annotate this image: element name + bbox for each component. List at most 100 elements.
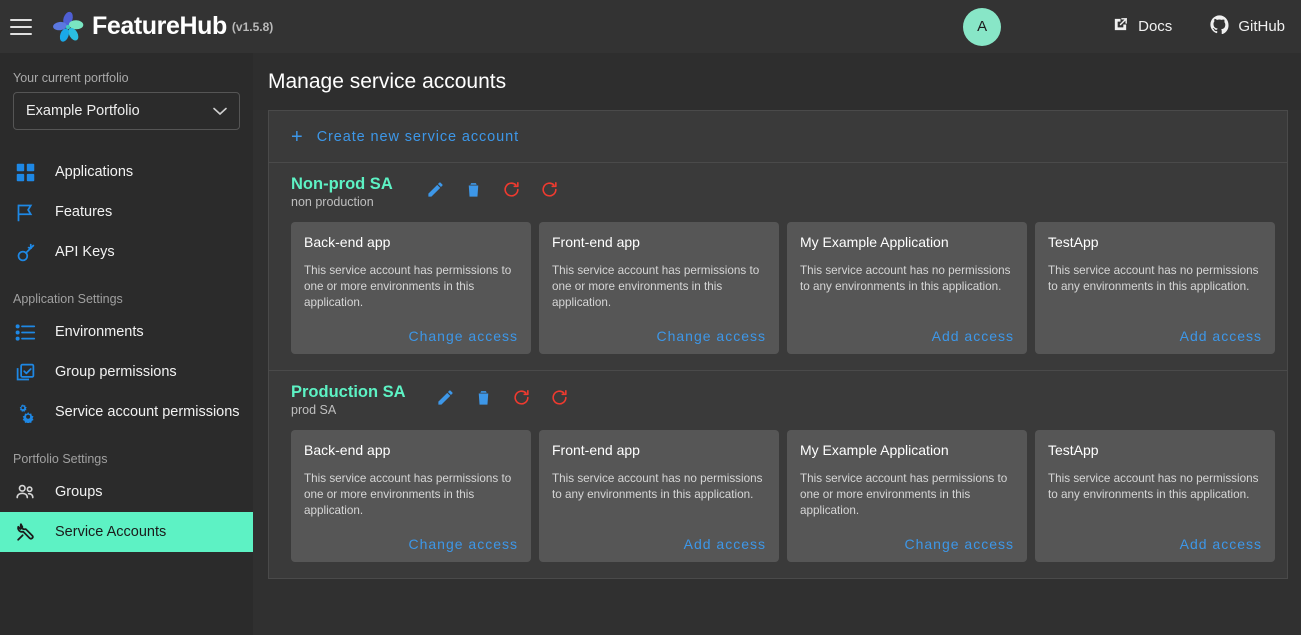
key-icon xyxy=(13,240,37,264)
people-icon xyxy=(13,480,37,504)
access-link[interactable]: Add access xyxy=(1048,526,1262,552)
sidebar-item-label: Service Accounts xyxy=(55,524,167,540)
create-service-account-button[interactable]: + Create new service account xyxy=(269,111,1287,163)
sidebar-item-service-account-permissions[interactable]: Service account permissions xyxy=(0,392,253,432)
flag-icon xyxy=(13,200,37,224)
plus-icon: + xyxy=(291,125,303,148)
application-card: Front-end app This service account has no… xyxy=(539,430,779,562)
application-card: Back-end app This service account has per… xyxy=(291,222,531,354)
delete-icon[interactable] xyxy=(463,179,483,199)
github-icon xyxy=(1210,15,1229,38)
permission-description: This service account has permissions to … xyxy=(552,264,760,310)
reset-icon[interactable] xyxy=(501,179,521,199)
permission-description: This service account has no permissions … xyxy=(800,264,1011,294)
access-link[interactable]: Add access xyxy=(552,526,766,552)
sidebar-item-environments[interactable]: Environments xyxy=(0,312,253,352)
service-account-description: prod SA xyxy=(291,403,337,417)
edit-icon[interactable] xyxy=(436,387,456,407)
create-service-account-label: Create new service account xyxy=(316,128,520,145)
application-card: TestApp This service account has no permi… xyxy=(1035,430,1275,562)
application-name: TestApp xyxy=(1048,442,1099,458)
sidebar-item-label: Features xyxy=(55,204,113,220)
service-account-list: Non-prod SA non production Back-end app Thi… xyxy=(269,163,1287,578)
sidebar-item-group-permissions[interactable]: Group permissions xyxy=(0,352,253,392)
checkbox-stack-icon xyxy=(13,360,37,384)
reset-icon[interactable] xyxy=(512,387,532,407)
sidebar-item-groups[interactable]: Groups xyxy=(0,472,253,512)
brand-name: FeatureHub xyxy=(92,12,227,40)
application-card-row: Back-end app This service account has per… xyxy=(269,209,1287,354)
external-link-icon xyxy=(1112,16,1129,37)
top-bar-right: A Docs GitHub xyxy=(963,7,1301,46)
access-link[interactable]: Change access xyxy=(304,318,518,344)
application-card: Back-end app This service account has per… xyxy=(291,430,531,562)
reset-all-icon[interactable] xyxy=(539,179,559,199)
sidebar-item-label: Applications xyxy=(55,164,134,180)
service-accounts-panel: + Create new service account Non-prod SA… xyxy=(268,110,1288,579)
list-icon xyxy=(13,320,37,344)
portfolio-label: Your current portfolio xyxy=(13,71,129,85)
top-bar: FeatureHub (v1.5.8) A Docs GitHub xyxy=(0,0,1301,53)
sidebar-item-label: Group permissions xyxy=(55,364,177,380)
application-name: Back-end app xyxy=(304,234,391,250)
wrench-icon xyxy=(13,520,37,544)
access-link[interactable]: Change access xyxy=(800,526,1014,552)
service-account-block: Production SA prod SA Back-end app This ser… xyxy=(269,370,1287,578)
access-link[interactable]: Change access xyxy=(304,526,518,552)
sidebar-item-service-accounts[interactable]: Service Accounts xyxy=(0,512,253,552)
delete-icon[interactable] xyxy=(474,387,494,407)
permission-description: This service account has no permissions … xyxy=(552,472,763,502)
access-link[interactable]: Add access xyxy=(1048,318,1262,344)
application-name: My Example Application xyxy=(800,442,949,458)
service-account-name: Non-prod SA xyxy=(291,175,393,193)
application-card: TestApp This service account has no permi… xyxy=(1035,222,1275,354)
docs-label: Docs xyxy=(1138,18,1173,35)
portfolio-select[interactable]: Example Portfolio xyxy=(13,92,240,130)
brand-logo[interactable]: FeatureHub (v1.5.8) xyxy=(50,9,273,45)
reset-all-icon[interactable] xyxy=(550,387,570,407)
access-link[interactable]: Change access xyxy=(552,318,766,344)
application-name: Front-end app xyxy=(552,234,640,250)
avatar[interactable]: A xyxy=(963,7,1002,46)
sidebar-section-portfolio-settings: Portfolio Settings xyxy=(13,452,108,466)
brand-version: (v1.5.8) xyxy=(231,19,274,34)
permission-description: This service account has no permissions … xyxy=(1048,472,1259,502)
sidebar-item-label: Environments xyxy=(55,324,144,340)
sidebar-item-label: Groups xyxy=(55,484,103,500)
service-account-header: Production SA prod SA xyxy=(269,383,1287,417)
service-account-name: Production SA xyxy=(291,383,406,401)
application-name: My Example Application xyxy=(800,234,949,250)
hamburger-icon[interactable] xyxy=(10,18,32,35)
application-name: Back-end app xyxy=(304,442,391,458)
permission-description: This service account has permissions to … xyxy=(304,472,512,518)
application-card: Front-end app This service account has pe… xyxy=(539,222,779,354)
grid-icon xyxy=(13,160,37,184)
service-account-description: non production xyxy=(291,195,374,209)
docs-link[interactable]: Docs xyxy=(1112,16,1172,37)
application-card-row: Back-end app This service account has per… xyxy=(269,417,1287,562)
chevron-down-icon xyxy=(213,104,227,119)
service-account-actions xyxy=(425,179,559,199)
github-link[interactable]: GitHub xyxy=(1210,15,1285,38)
permission-description: This service account has permissions to … xyxy=(304,264,512,310)
application-card: My Example Application This service accou… xyxy=(787,430,1027,562)
main-content: Manage service accounts + Create new ser… xyxy=(253,53,1301,635)
sidebar-section-application-settings: Application Settings xyxy=(13,292,123,306)
page-header: Manage service accounts xyxy=(253,53,1301,110)
sidebar-item-label: API Keys xyxy=(55,244,115,260)
application-card: My Example Application This service accou… xyxy=(787,222,1027,354)
service-account-block: Non-prod SA non production Back-end app Thi… xyxy=(269,163,1287,370)
permission-description: This service account has permissions to … xyxy=(800,472,1008,518)
edit-icon[interactable] xyxy=(425,179,445,199)
sidebar-item-features[interactable]: Features xyxy=(0,192,253,232)
github-label: GitHub xyxy=(1238,18,1285,35)
sidebar-item-api-keys[interactable]: API Keys xyxy=(0,232,253,272)
sidebar-item-label: Service account permissions xyxy=(55,404,240,420)
service-account-header: Non-prod SA non production xyxy=(269,175,1287,209)
access-link[interactable]: Add access xyxy=(800,318,1014,344)
sidebar-item-applications[interactable]: Applications xyxy=(0,152,253,192)
sidebar: Your current portfolio Example Portfolio… xyxy=(0,53,253,635)
service-account-identity: Non-prod SA non production xyxy=(291,175,395,209)
portfolio-value: Example Portfolio xyxy=(26,103,140,119)
gears-icon xyxy=(13,400,37,424)
